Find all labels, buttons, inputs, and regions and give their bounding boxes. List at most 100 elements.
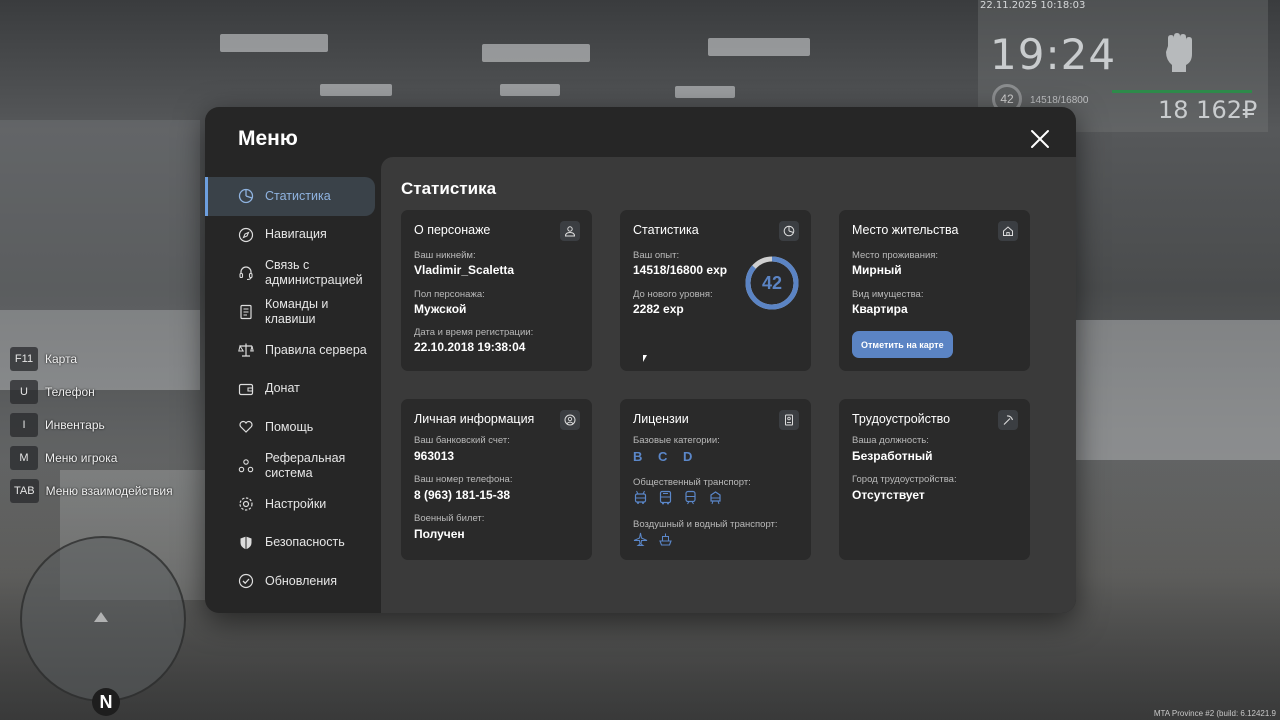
air-water-transport-icons [633, 532, 673, 547]
place-label: Место проживания: [852, 250, 939, 261]
pie-chart-icon [779, 221, 799, 241]
sidebar-item-label: Реферальная система [265, 450, 346, 480]
position-value: Безработный [852, 449, 933, 463]
military-value: Получен [414, 527, 465, 541]
content-area: Статистика О персонаже Ваш никнейм: Vlad… [381, 157, 1076, 613]
check-circle-icon [238, 574, 254, 589]
hud-datetime: 22.11.2025 10:18:03 [980, 0, 1086, 11]
job-city-value: Отсутствует [852, 488, 925, 502]
card-licenses: Лицензии Базовые категории: B C D Общест… [620, 399, 811, 560]
fist-icon [1166, 33, 1192, 72]
hint-label: Телефон [45, 385, 95, 399]
card-title: Лицензии [633, 412, 689, 426]
home-icon [998, 221, 1018, 241]
sidebar-item-label: Правила сервера [265, 342, 367, 357]
sidebar-item-settings[interactable]: Настройки [205, 485, 381, 524]
hud-clock: 19:24 [990, 30, 1117, 79]
nickname-value: Vladimir_Scaletta [414, 263, 515, 277]
compass-icon [238, 227, 254, 242]
sidebar-item-navigation[interactable]: Навигация [205, 216, 381, 255]
next-level-label: До нового уровня: [633, 289, 713, 300]
sidebar-item-label: Связь с администрацией [265, 258, 363, 288]
level-progress-ring: 42 [745, 256, 799, 310]
hint-key: F11 [10, 347, 38, 371]
sidebar-item-rules[interactable]: Правила сервера [205, 331, 381, 370]
card-stats: Статистика Ваш опыт: 14518/16800 exp До … [620, 210, 811, 371]
position-label: Ваша должность: [852, 435, 929, 446]
place-value: Мирный [852, 263, 902, 277]
card-title: О персонаже [414, 223, 491, 237]
plane-icon [633, 532, 648, 546]
mark-on-map-button[interactable]: Отметить на карте [852, 331, 953, 358]
sidebar-item-donate[interactable]: Донат [205, 370, 381, 409]
public-transport-icons [633, 490, 723, 505]
exp-label: Ваш опыт: [633, 250, 680, 261]
wallet-icon [238, 383, 254, 395]
ceiling-light [320, 84, 392, 96]
menu-modal: Меню Статистика Навигация Связь с админи… [205, 107, 1076, 613]
hint-phone: U Телефон [10, 379, 173, 405]
ceiling-light [482, 44, 590, 62]
gender-value: Мужской [414, 302, 467, 316]
card-residence: Место жительства Место проживания: Мирны… [839, 210, 1030, 371]
exp-value: 14518/16800 exp [633, 263, 728, 277]
id-card-icon [779, 410, 799, 430]
build-info: MTA Province #2 (build: 6.12421.9 [1153, 709, 1276, 718]
card-personal-info: Личная информация Ваш банковский счет: 9… [401, 399, 592, 560]
sidebar-item-updates[interactable]: Обновления [205, 562, 381, 601]
sidebar-item-label: Навигация [265, 227, 327, 242]
shield-icon [240, 536, 252, 550]
card-title: Трудоустройство [852, 412, 951, 426]
hint-key: I [10, 413, 38, 437]
ceiling-light [500, 84, 560, 96]
phone-label: Ваш номер телефона: [414, 474, 513, 485]
sidebar-item-statistics[interactable]: Статистика [205, 177, 375, 216]
close-icon[interactable] [1028, 127, 1052, 151]
pie-chart-icon [238, 189, 254, 204]
military-label: Военный билет: [414, 513, 485, 524]
gear-icon [239, 497, 253, 511]
people-icon [238, 458, 254, 473]
sidebar-item-label: Донат [265, 381, 300, 396]
sidebar-item-admin-contact[interactable]: Связь с администрацией [205, 254, 381, 293]
bank-value: 963013 [414, 449, 455, 463]
ceiling-light [220, 34, 328, 52]
user-icon [560, 221, 580, 241]
hint-label: Карта [45, 352, 78, 366]
menu-title: Меню [238, 127, 298, 150]
phone-value: 8 (963) 181-15-38 [414, 488, 511, 502]
sidebar-item-label: Помощь [265, 419, 314, 434]
hint-player-menu: M Меню игрока [10, 445, 173, 471]
hud-money: 18 162₽ [1158, 96, 1258, 124]
sidebar-item-referral[interactable]: Реферальная система [205, 447, 381, 486]
air-water-transport-label: Воздушный и водный транспорт: [633, 519, 778, 530]
sidebar-item-security[interactable]: Безопасность [205, 524, 381, 563]
train-icon [685, 490, 696, 505]
card-title: Личная информация [414, 412, 535, 426]
scales-icon [238, 343, 254, 357]
hint-label: Инвентарь [45, 418, 105, 432]
sidebar-item-commands[interactable]: Команды и клавиши [205, 293, 381, 332]
tram-icon [710, 491, 721, 505]
hud-exp: 14518/16800 [1030, 95, 1089, 106]
hud-health-bar [1112, 90, 1252, 93]
wall [0, 120, 200, 310]
sidebar: Статистика Навигация Связь с администрац… [205, 177, 381, 601]
base-categories-value: B C D [633, 449, 699, 464]
sidebar-item-label: Команды и клавиши [265, 296, 329, 326]
next-level-value: 2282 exp [633, 302, 684, 316]
hint-interaction-menu: TAB Меню взаимодействия [10, 478, 173, 504]
hint-label: Меню взаимодействия [45, 484, 173, 498]
pickaxe-icon [998, 410, 1018, 430]
level-number: 42 [762, 273, 782, 293]
user-circle-icon [560, 410, 580, 430]
heart-hands-icon [239, 421, 253, 434]
north-indicator: N [92, 688, 120, 716]
hint-key: M [10, 446, 38, 470]
public-transport-label: Общественный транспорт: [633, 477, 751, 488]
ceiling-light [708, 38, 810, 56]
sidebar-item-label: Статистика [265, 188, 331, 203]
nickname-label: Ваш никнейм: [414, 250, 476, 261]
mouse-cursor-icon [643, 355, 647, 362]
sidebar-item-help[interactable]: Помощь [205, 408, 381, 447]
